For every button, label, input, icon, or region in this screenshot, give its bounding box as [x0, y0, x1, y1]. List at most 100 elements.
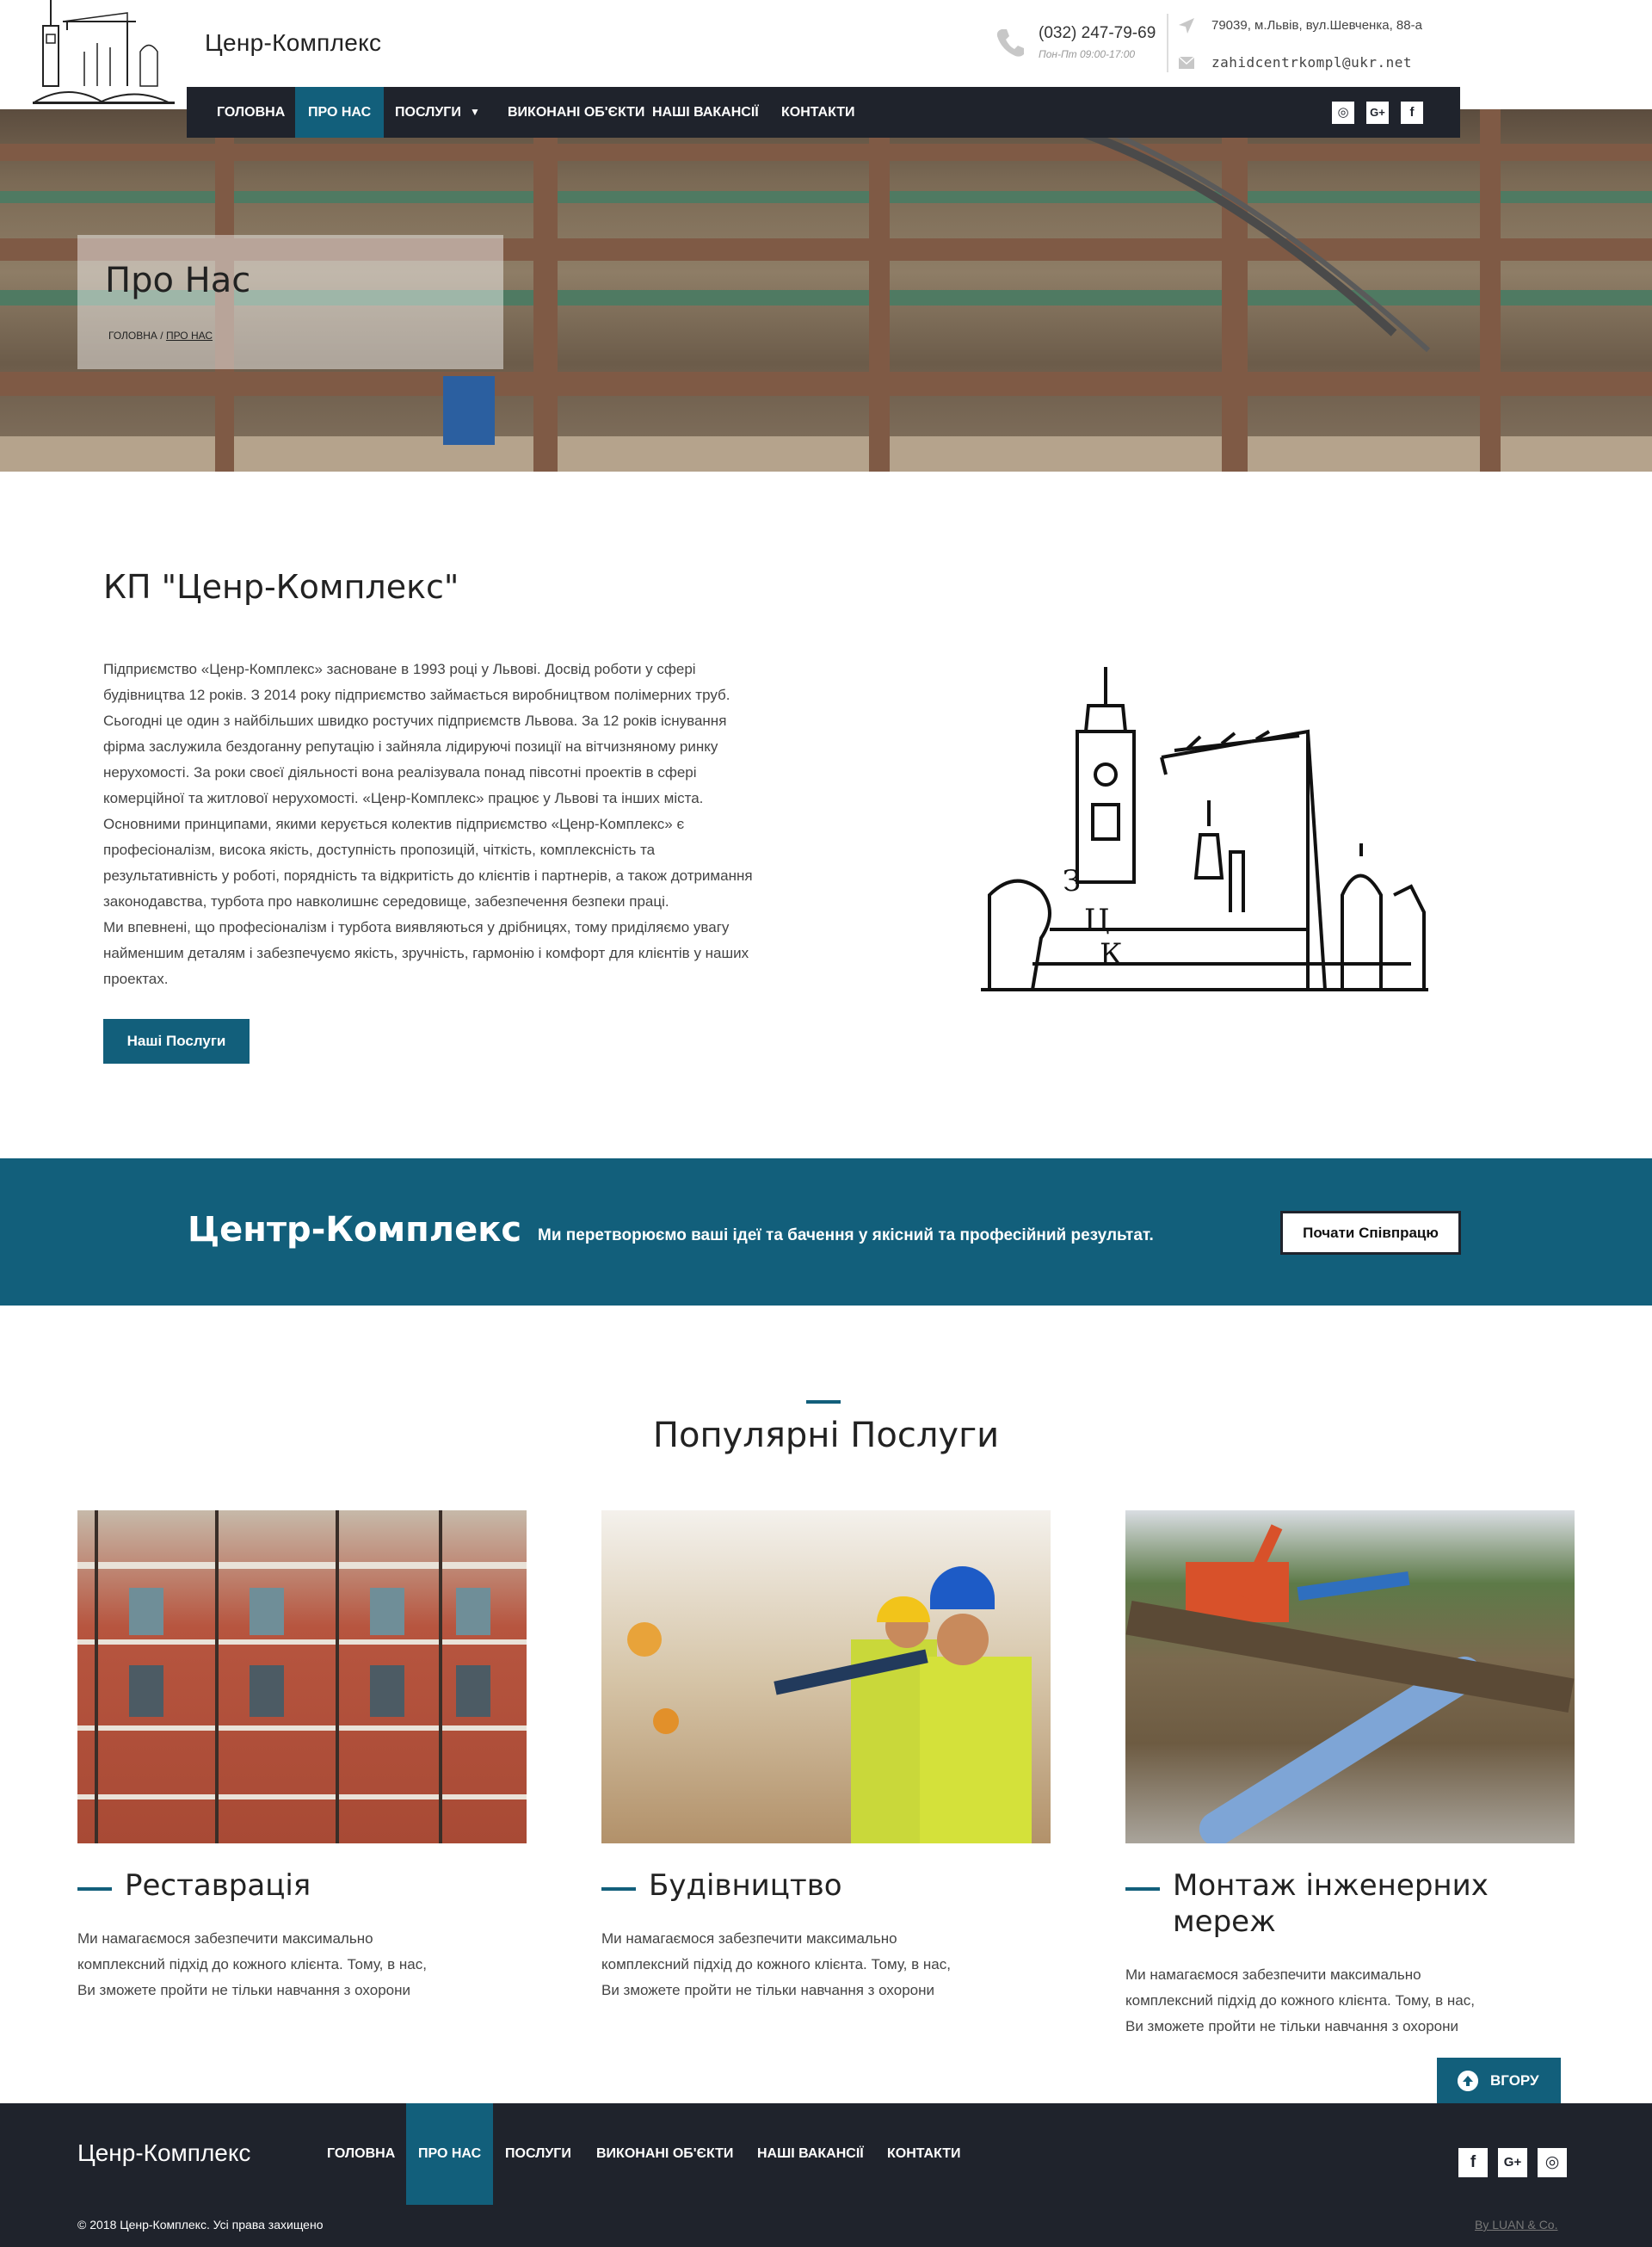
page-title-box: Про Нас ГОЛОВНА / ПРО НАС [77, 235, 503, 369]
service-description: Ми намагаємося забезпечити максимально к… [601, 1926, 1006, 2003]
about-line: Сьогодні це один з найбільших швидко рос… [103, 713, 727, 729]
chevron-down-icon: ▼ [469, 106, 480, 118]
about-line: будівництва 12 років. З 2014 року підпри… [103, 687, 730, 703]
service-description: Ми намагаємося забезпечити максимально к… [1125, 1962, 1530, 2040]
page-hero: Про Нас ГОЛОВНА / ПРО НАС [0, 109, 1652, 472]
logo[interactable] [33, 0, 183, 110]
arrow-up-circle-icon [1458, 2071, 1478, 2091]
breadcrumb-current[interactable]: ПРО НАС [166, 330, 213, 342]
copyright-text: © 2018 Ценр-Комплекс. Усі права захищено [77, 2218, 324, 2232]
header-divider [1167, 14, 1168, 72]
about-line: Основними принципами, якими керується ко… [103, 816, 685, 832]
about-line: законодавства, турбота про навколишнє се… [103, 893, 669, 910]
email-link[interactable]: zahidcentrkompl@ukr.net [1211, 54, 1412, 71]
illustration-letter: Ц [1084, 903, 1110, 937]
illustration-letter: К [1100, 937, 1122, 972]
cta-text: Ми перетворюємо ваші ідеї та бачення у я… [538, 1226, 1154, 1244]
service-dash [1125, 1887, 1160, 1891]
service-desc-line: комплексний підхід до кожного клієнта. Т… [1125, 1992, 1475, 2009]
service-description: Ми намагаємося забезпечити максимально к… [77, 1926, 482, 2003]
hero-cables [1032, 109, 1431, 353]
service-desc-line: Ми намагаємося забезпечити максимально [601, 1930, 897, 1947]
hero-beam [869, 109, 890, 472]
service-title-line: Монтаж інженерних [1173, 1868, 1489, 1903]
instagram-icon[interactable]: ◎ [1332, 102, 1354, 124]
service-title-line: Будівництво [649, 1868, 842, 1903]
company-illustration: З Ц К [981, 667, 1428, 991]
nav-item-vacancies[interactable]: НАШІ ВАКАНСІЇ [639, 87, 772, 138]
service-title-line: мереж [1173, 1904, 1276, 1939]
site-brand[interactable]: Ценр-Комплекс [205, 29, 381, 57]
service-desc-line: Ми намагаємося забезпечити максимально [77, 1930, 373, 1947]
footer-nav-services[interactable]: ПОСЛУГИ [493, 2103, 583, 2205]
service-desc-line: Ви зможете пройти не тільки навчання з о… [1125, 2018, 1458, 2034]
nav-item-projects[interactable]: ВИКОНАНІ ОБ'ЄКТИ [495, 87, 657, 138]
breadcrumb: ГОЛОВНА / ПРО НАС [108, 330, 213, 342]
scroll-to-top-button[interactable]: ВГОРУ [1437, 2058, 1561, 2103]
illustration-letter: З [1063, 864, 1081, 898]
restoration-image[interactable] [77, 1510, 527, 1843]
nav-item-home[interactable]: ГОЛОВНА [204, 87, 298, 138]
service-title[interactable]: Будівництво [649, 1867, 1010, 1904]
service-desc-line: Ми намагаємося забезпечити максимально [1125, 1966, 1421, 1983]
nav-item-services[interactable]: ПОСЛУГИ ▼ [382, 87, 492, 138]
phone-number[interactable]: (032) 247-79-69 [1039, 24, 1156, 43]
engineering-networks-image[interactable] [1125, 1510, 1575, 1843]
scroll-to-top-label: ВГОРУ [1490, 2072, 1539, 2089]
instagram-icon[interactable]: ◎ [1538, 2148, 1567, 2177]
developer-credit-link[interactable]: By LUAN & Co. [1475, 2218, 1557, 2232]
facebook-icon[interactable]: f [1401, 102, 1423, 124]
breadcrumb-home[interactable]: ГОЛОВНА [108, 330, 157, 342]
google-plus-icon[interactable]: G+ [1498, 2148, 1527, 2177]
worker-figure [443, 376, 495, 445]
cta-brand: Центр-Комплекс [188, 1210, 522, 1250]
page-title: Про Нас [105, 261, 251, 300]
hero-beam [0, 436, 1652, 472]
nav-item-services-label: ПОСЛУГИ [395, 105, 461, 120]
about-line: Підприємство «Ценр-Комплекс» засноване в… [103, 661, 696, 677]
phone-icon [996, 29, 1024, 57]
about-line: результативність у роботі, порядність та… [103, 867, 753, 884]
working-hours: Пон-Пт 09:00-17:00 [1039, 48, 1136, 60]
location-arrow-icon [1179, 18, 1194, 34]
nav-item-about[interactable]: ПРО НАС [295, 87, 385, 138]
about-line: Ми впевнені, що професіоналізм і турбота… [103, 919, 730, 935]
service-desc-line: Ви зможете пройти не тільки навчання з о… [77, 1982, 410, 1998]
about-line: комерційної та житлової нерухомості. «Це… [103, 790, 704, 806]
breadcrumb-separator: / [160, 330, 163, 342]
footer-nav-home[interactable]: ГОЛОВНА [315, 2103, 407, 2205]
about-line: фірма заслужила бездоганну репутацію і з… [103, 738, 718, 755]
footer-nav-contacts[interactable]: КОНТАКТИ [875, 2103, 973, 2205]
main-nav: ГОЛОВНА ПРО НАС ПОСЛУГИ ▼ ВИКОНАНІ ОБ'ЄК… [187, 87, 1460, 138]
footer-nav-projects[interactable]: ВИКОНАНІ ОБ'ЄКТИ [584, 2103, 745, 2205]
about-line: проектах. [103, 971, 169, 987]
service-title[interactable]: Реставрація [125, 1867, 486, 1904]
our-services-button[interactable]: Наші Послуги [103, 1019, 250, 1064]
address-text: 79039, м.Львів, вул.Шевченка, 88-а [1211, 18, 1422, 33]
hero-beam [0, 372, 1652, 396]
footer-nav-about[interactable]: ПРО НАС [406, 2103, 494, 2205]
site-footer: Ценр-Комплекс ГОЛОВНА ПРО НАС ПОСЛУГИ ВИ… [0, 2103, 1652, 2247]
google-plus-icon[interactable]: G+ [1366, 102, 1389, 124]
hero-beam [533, 109, 558, 472]
facebook-icon[interactable]: f [1458, 2148, 1488, 2177]
service-dash [77, 1887, 112, 1891]
about-text: Підприємство «Ценр-Комплекс» засноване в… [103, 657, 817, 992]
service-desc-line: комплексний підхід до кожного клієнта. Т… [77, 1956, 427, 1972]
service-desc-line: Ви зможете пройти не тільки навчання з о… [601, 1982, 934, 1998]
footer-nav-vacancies[interactable]: НАШІ ВАКАНСІЇ [745, 2103, 876, 2205]
service-title-line: Реставрація [125, 1868, 311, 1903]
start-cooperation-button[interactable]: Почати Співпрацю [1280, 1211, 1461, 1255]
service-desc-line: комплексний підхід до кожного клієнта. Т… [601, 1956, 951, 1972]
about-line: професіоналізм, висока якість, доступніс… [103, 842, 656, 858]
about-heading: КП "Ценр-Комплекс" [103, 568, 459, 606]
service-title[interactable]: Монтаж інженерних мереж [1173, 1867, 1534, 1940]
nav-item-contacts[interactable]: КОНТАКТИ [768, 87, 868, 138]
about-line: нерухомості. За роки своєї діяльності во… [103, 764, 697, 781]
construction-image[interactable] [601, 1510, 1051, 1843]
hero-beam [1480, 109, 1501, 472]
envelope-icon [1178, 56, 1195, 69]
service-dash [601, 1887, 636, 1891]
footer-brand[interactable]: Ценр-Комплекс [77, 2139, 250, 2167]
section-accent [806, 1400, 841, 1404]
